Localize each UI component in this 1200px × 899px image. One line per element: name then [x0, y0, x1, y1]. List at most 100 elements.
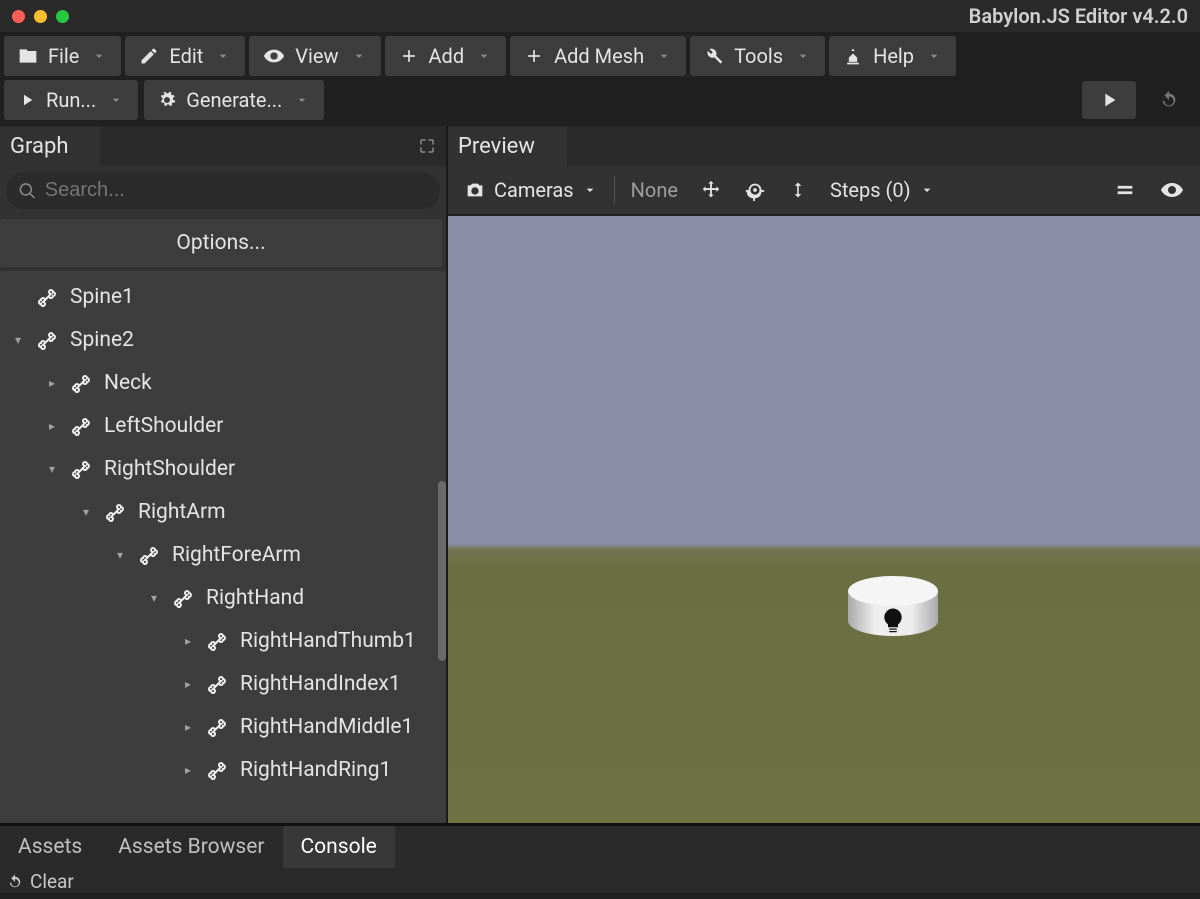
maximize-icon[interactable]: [418, 137, 436, 155]
target-icon: [744, 179, 766, 201]
run-label: Run...: [46, 88, 96, 112]
tree-node-label: RightArm: [138, 500, 226, 524]
tab-assets-browser[interactable]: Assets Browser: [100, 826, 282, 868]
chevron-right-icon[interactable]: ▸: [44, 419, 60, 433]
tree-node[interactable]: ▸Neck: [0, 361, 446, 404]
tree-node[interactable]: ▸ LeftShoulder: [0, 404, 446, 447]
tree-node-label: LeftShoulder: [104, 414, 223, 438]
search-input[interactable]: [43, 178, 428, 203]
preview-panel: Preview Cameras None Steps (0): [448, 126, 1200, 823]
bone-icon: [70, 457, 94, 481]
tree-node[interactable]: ▸RightHandMiddle1: [0, 705, 446, 748]
refresh-icon: [6, 873, 24, 891]
move-icon: [700, 179, 722, 201]
caret-down-icon: [294, 92, 310, 108]
gizmo-scale[interactable]: [778, 171, 818, 209]
caret-down-icon: [108, 92, 124, 108]
chevron-down-icon[interactable]: ▾: [78, 505, 94, 519]
main-menubar: File Edit View Add Add Mesh Tools Help: [0, 32, 1200, 80]
tree-node[interactable]: ▾ RightShoulder: [0, 447, 446, 490]
menu-file-label: File: [48, 44, 79, 68]
bone-icon: [70, 414, 94, 438]
chevron-right-icon[interactable]: ▸: [44, 376, 60, 390]
updown-icon: [788, 179, 808, 201]
menu-add[interactable]: Add: [385, 36, 507, 76]
chevron-right-icon[interactable]: ▸: [180, 634, 196, 648]
tree-node[interactable]: ▸RightHandIndex1: [0, 662, 446, 705]
tree-node-label: RightShoulder: [104, 457, 235, 481]
bone-icon: [206, 758, 230, 782]
chevron-down-icon[interactable]: ▾: [112, 548, 128, 562]
graph-search[interactable]: [6, 172, 440, 209]
tree-scrollbar[interactable]: [438, 481, 446, 661]
help-icon: [843, 46, 863, 66]
light-gizmo[interactable]: [848, 576, 938, 651]
steps-dropdown[interactable]: Steps (0): [818, 170, 947, 210]
caret-down-icon: [351, 48, 367, 64]
chevron-down-icon[interactable]: ▾: [44, 462, 60, 476]
bone-icon: [104, 500, 128, 524]
tree-node[interactable]: ▸ RightHandRing1: [0, 748, 446, 791]
minimize-window-icon[interactable]: [34, 10, 47, 23]
scene-graph-tree[interactable]: Spine1▾Spine2▸Neck▸LeftShoulder▾RightSho…: [0, 271, 446, 823]
tree-node[interactable]: ▸ RightHandThumb1: [0, 619, 446, 662]
menu-edit[interactable]: Edit: [125, 36, 245, 76]
menu-add-mesh-label: Add Mesh: [554, 44, 644, 68]
preview-lines-toggle[interactable]: [1102, 171, 1148, 209]
close-window-icon[interactable]: [12, 10, 25, 23]
play-scene-button[interactable]: [1082, 81, 1136, 119]
chevron-right-icon[interactable]: ▸: [180, 720, 196, 734]
tree-node-label: RightHandThumb1: [240, 629, 416, 653]
steps-label: Steps (0): [830, 178, 911, 202]
graph-options-button[interactable]: Options...: [0, 219, 442, 267]
bone-icon: [138, 543, 162, 567]
app-title: Babylon.JS Editor v4.2.0: [79, 4, 1188, 28]
cameras-dropdown[interactable]: Cameras: [452, 170, 610, 210]
tree-node-label: RightHandRing1: [240, 758, 391, 782]
menu-view-label: View: [295, 44, 338, 68]
caret-down-icon: [926, 48, 942, 64]
search-icon: [18, 181, 37, 201]
caret-down-icon: [91, 48, 107, 64]
tab-assets[interactable]: Assets: [0, 826, 100, 868]
tree-node[interactable]: ▾ RightArm: [0, 490, 446, 533]
preview-viewport[interactable]: [448, 216, 1200, 823]
caret-down-icon: [656, 48, 672, 64]
generate-button[interactable]: Generate...: [144, 80, 324, 120]
chevron-down-icon[interactable]: ▾: [146, 591, 162, 605]
gizmo-none[interactable]: None: [619, 170, 690, 210]
gizmo-rotate[interactable]: [734, 171, 776, 209]
bottom-panel: Assets Assets Browser Console Clear: [0, 823, 1200, 893]
bone-icon: [70, 371, 94, 395]
chevron-right-icon[interactable]: ▸: [180, 677, 196, 691]
tree-node[interactable]: ▾Spine2: [0, 318, 446, 361]
menu-view[interactable]: View: [249, 36, 380, 76]
console-clear-button[interactable]: Clear: [0, 868, 1200, 895]
tab-console[interactable]: Console: [283, 826, 395, 868]
tree-node[interactable]: ▾RightHand: [0, 576, 446, 619]
chevron-down-icon[interactable]: ▾: [10, 333, 26, 347]
maximize-window-icon[interactable]: [56, 10, 69, 23]
title-bar: Babylon.JS Editor v4.2.0: [0, 0, 1200, 32]
light-bulb-icon: [878, 606, 908, 636]
reset-button[interactable]: [1142, 81, 1196, 119]
menu-tools[interactable]: Tools: [690, 36, 825, 76]
preview-visibility-toggle[interactable]: [1148, 170, 1196, 210]
play-icon: [18, 91, 36, 109]
menu-add-label: Add: [429, 44, 465, 68]
tree-node-label: RightForeArm: [172, 543, 301, 567]
camera-icon: [464, 179, 486, 201]
run-button[interactable]: Run...: [4, 80, 138, 120]
graph-tab[interactable]: Graph: [0, 127, 100, 166]
menu-add-mesh[interactable]: Add Mesh: [510, 36, 686, 76]
menu-file[interactable]: File: [4, 36, 121, 76]
gizmo-move[interactable]: [690, 171, 732, 209]
graph-panel: Graph Options... Spine1▾Spine2▸Neck▸Left…: [0, 126, 448, 823]
tree-node[interactable]: Spine1: [0, 275, 446, 318]
menu-help[interactable]: Help: [829, 36, 956, 76]
caret-down-icon: [919, 182, 935, 198]
chevron-right-icon[interactable]: ▸: [180, 763, 196, 777]
tree-node[interactable]: ▾ RightForeArm: [0, 533, 446, 576]
bottom-tab-row: Assets Assets Browser Console: [0, 826, 1200, 868]
preview-tab[interactable]: Preview: [448, 127, 567, 166]
